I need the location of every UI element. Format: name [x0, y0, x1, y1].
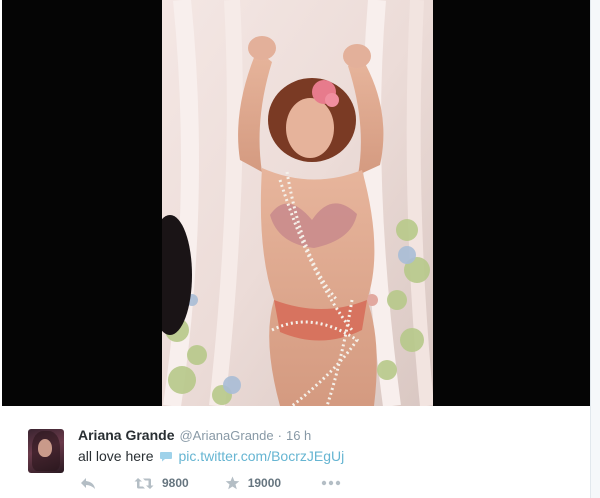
retweet-icon: [134, 477, 154, 489]
avatar-face: [38, 439, 52, 457]
separator-dot: ·: [277, 428, 282, 443]
tweet-photo[interactable]: [162, 0, 433, 406]
tweet-header: Ariana Grande @ArianaGrande · 16 h: [78, 427, 311, 445]
retweet-count: 9800: [162, 476, 189, 490]
more-button[interactable]: [321, 480, 341, 486]
retweet-button[interactable]: 9800: [134, 476, 189, 490]
author-handle[interactable]: @ArianaGrande: [179, 428, 273, 443]
favorite-count: 19000: [247, 476, 282, 490]
tweet-actions: 9800 19000: [80, 474, 341, 492]
speech-bubble-icon: [159, 451, 172, 461]
more-icon: [321, 480, 341, 486]
scrollbar[interactable]: [590, 0, 600, 498]
timestamp-link[interactable]: 16 h: [286, 428, 311, 443]
favorite-icon: [225, 476, 240, 490]
media-link[interactable]: pic.twitter.com/BocrzJEgUj: [179, 448, 345, 464]
tweet-text-content: all love here: [78, 448, 154, 464]
tweet-text: all love here pic.twitter.com/BocrzJEgUj: [78, 447, 344, 465]
tweet-card: Ariana Grande @ArianaGrande · 16 h all l…: [2, 406, 590, 498]
photo-illustration: [162, 0, 433, 406]
tweet-media[interactable]: [2, 0, 590, 406]
avatar[interactable]: [28, 429, 64, 473]
reply-button[interactable]: [80, 477, 96, 490]
author-name[interactable]: Ariana Grande: [78, 427, 174, 443]
reply-icon: [81, 477, 95, 489]
favorite-button[interactable]: 19000: [225, 476, 281, 490]
